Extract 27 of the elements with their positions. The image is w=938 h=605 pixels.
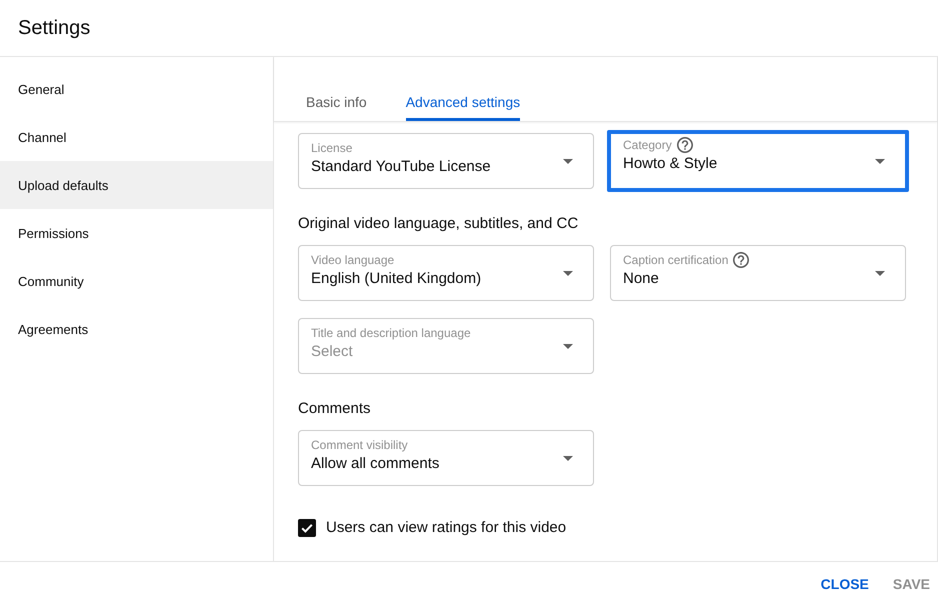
tab[interactable]: Advanced settings <box>406 57 520 121</box>
caret-icon <box>563 270 573 276</box>
help-icon[interactable] <box>733 252 750 268</box>
sidebar-item[interactable]: Agreements <box>0 305 273 353</box>
caret-icon <box>563 344 573 348</box>
sidebar-item[interactable]: General <box>0 65 273 113</box>
section-heading: Comments <box>298 399 371 419</box>
help-icon[interactable] <box>676 137 693 153</box>
checkbox-label: Users can view ratings for this video <box>326 518 566 538</box>
dropdown-field[interactable]: Video language English (United Kingdom) <box>298 245 594 301</box>
dropdown-field[interactable]: License Standard YouTube License <box>298 133 594 189</box>
dropdown-field[interactable]: Comment visibility Allow all comments <box>298 430 594 486</box>
sidebar-item[interactable]: Upload defaults <box>0 161 273 209</box>
sidebar-item[interactable]: Permissions <box>0 209 273 257</box>
caret-icon <box>563 158 573 164</box>
caret-icon <box>875 270 885 276</box>
dropdown-field[interactable]: Caption certification None <box>610 245 906 301</box>
tab[interactable]: Basic info <box>306 57 367 121</box>
dialog-title: Settings <box>18 16 90 41</box>
checkbox[interactable] <box>298 519 316 537</box>
dropdown-field[interactable]: Category Howto & Style <box>607 130 909 192</box>
caret-icon <box>563 456 573 460</box>
footer-button[interactable]: CLOSE <box>812 566 877 602</box>
caret-icon <box>875 158 885 164</box>
sidebar-item[interactable]: Channel <box>0 113 273 161</box>
sidebar-item[interactable]: Community <box>0 257 273 305</box>
section-heading: Original video language, subtitles, and CC <box>298 214 578 234</box>
